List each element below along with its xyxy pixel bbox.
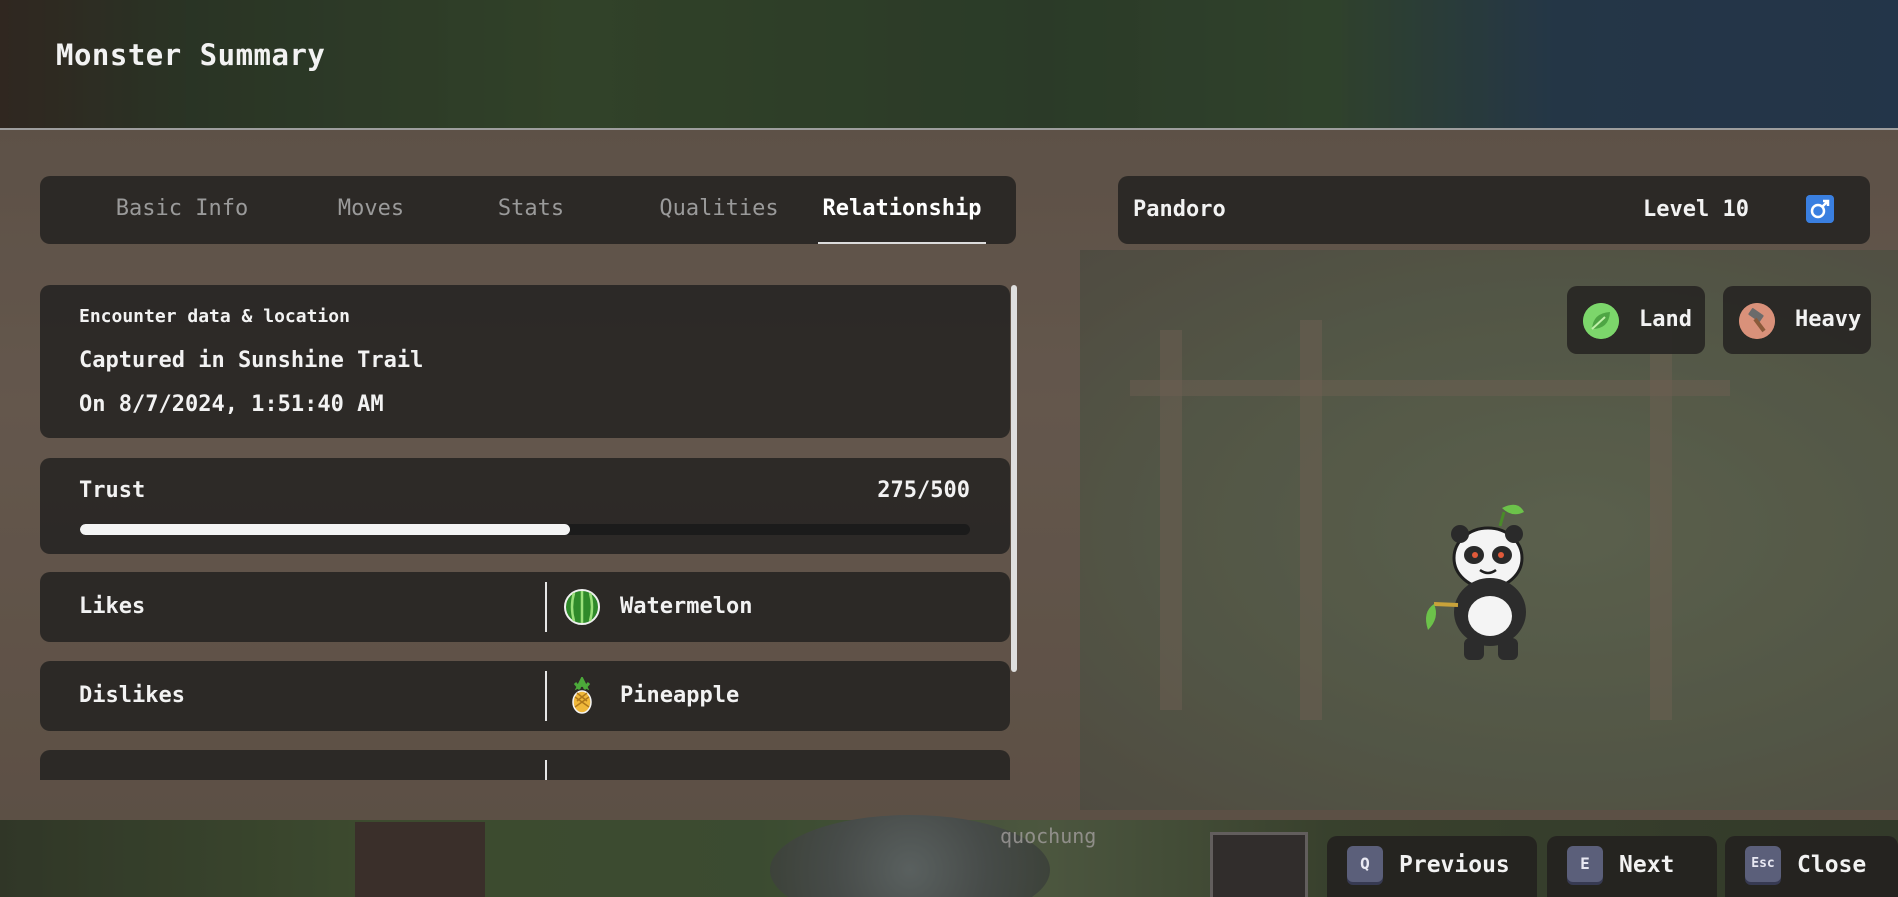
- monster-header: Pandoro Level 10: [1118, 176, 1870, 244]
- tab-moves[interactable]: Moves: [285, 176, 457, 244]
- type-label-heavy: Heavy: [1795, 307, 1862, 332]
- close-label: Close: [1797, 852, 1867, 878]
- scrollbar-thumb[interactable]: [1011, 285, 1017, 672]
- tab-bar: Basic Info Moves Stats Qualities Relatio…: [40, 176, 1016, 244]
- close-button[interactable]: Esc Close: [1725, 836, 1898, 897]
- trust-progress-fill: [80, 524, 570, 535]
- monster-sprite-panda: [1426, 504, 1526, 660]
- encounter-panel: Encounter data & location Captured in Su…: [40, 285, 1010, 438]
- previous-label: Previous: [1399, 852, 1510, 878]
- trust-label: Trust: [79, 478, 146, 503]
- encounter-heading: Encounter data & location: [79, 306, 350, 327]
- likes-label: Likes: [79, 594, 146, 619]
- divider: [545, 760, 547, 780]
- tab-basic-info[interactable]: Basic Info: [82, 176, 282, 244]
- trust-progress-bar: [80, 524, 970, 535]
- watermelon-icon: [564, 589, 600, 625]
- encounter-location: Captured in Sunshine Trail: [79, 348, 424, 373]
- next-button[interactable]: E Next: [1547, 836, 1717, 897]
- key-q-icon: Q: [1347, 846, 1383, 882]
- key-esc-icon: Esc: [1745, 846, 1781, 882]
- tab-qualities[interactable]: Qualities: [605, 176, 833, 244]
- leaf-icon: [1583, 303, 1619, 339]
- dislikes-row: Dislikes Pineapple: [40, 661, 1010, 731]
- list-item-partial: [40, 750, 1010, 780]
- divider: [545, 671, 547, 721]
- header-bar: Monster Summary: [0, 0, 1898, 130]
- type-label-land: Land: [1639, 307, 1692, 332]
- pineapple-icon: [572, 677, 592, 714]
- monster-level: Level 10: [1643, 197, 1749, 222]
- previous-button[interactable]: Q Previous: [1327, 836, 1537, 897]
- divider: [545, 582, 547, 632]
- tab-relationship[interactable]: Relationship: [818, 176, 986, 244]
- dislikes-label: Dislikes: [79, 683, 185, 708]
- dislikes-item: Pineapple: [620, 683, 740, 708]
- likes-row: Likes Watermelon: [40, 572, 1010, 642]
- page-title: Monster Summary: [56, 38, 326, 72]
- trust-value: 275/500: [877, 478, 970, 503]
- type-badge-heavy: Heavy: [1723, 286, 1871, 354]
- encounter-date: On 8/7/2024, 1:51:40 AM: [79, 392, 384, 417]
- hammer-icon: [1739, 303, 1775, 339]
- monster-name: Pandoro: [1133, 197, 1226, 222]
- likes-item: Watermelon: [620, 594, 753, 619]
- trust-panel: Trust 275/500: [40, 458, 1010, 554]
- next-label: Next: [1619, 852, 1675, 878]
- type-badge-land: Land: [1567, 286, 1705, 354]
- tab-stats[interactable]: Stats: [460, 176, 602, 244]
- key-e-icon: E: [1567, 846, 1603, 882]
- male-symbol-icon: [1806, 195, 1834, 223]
